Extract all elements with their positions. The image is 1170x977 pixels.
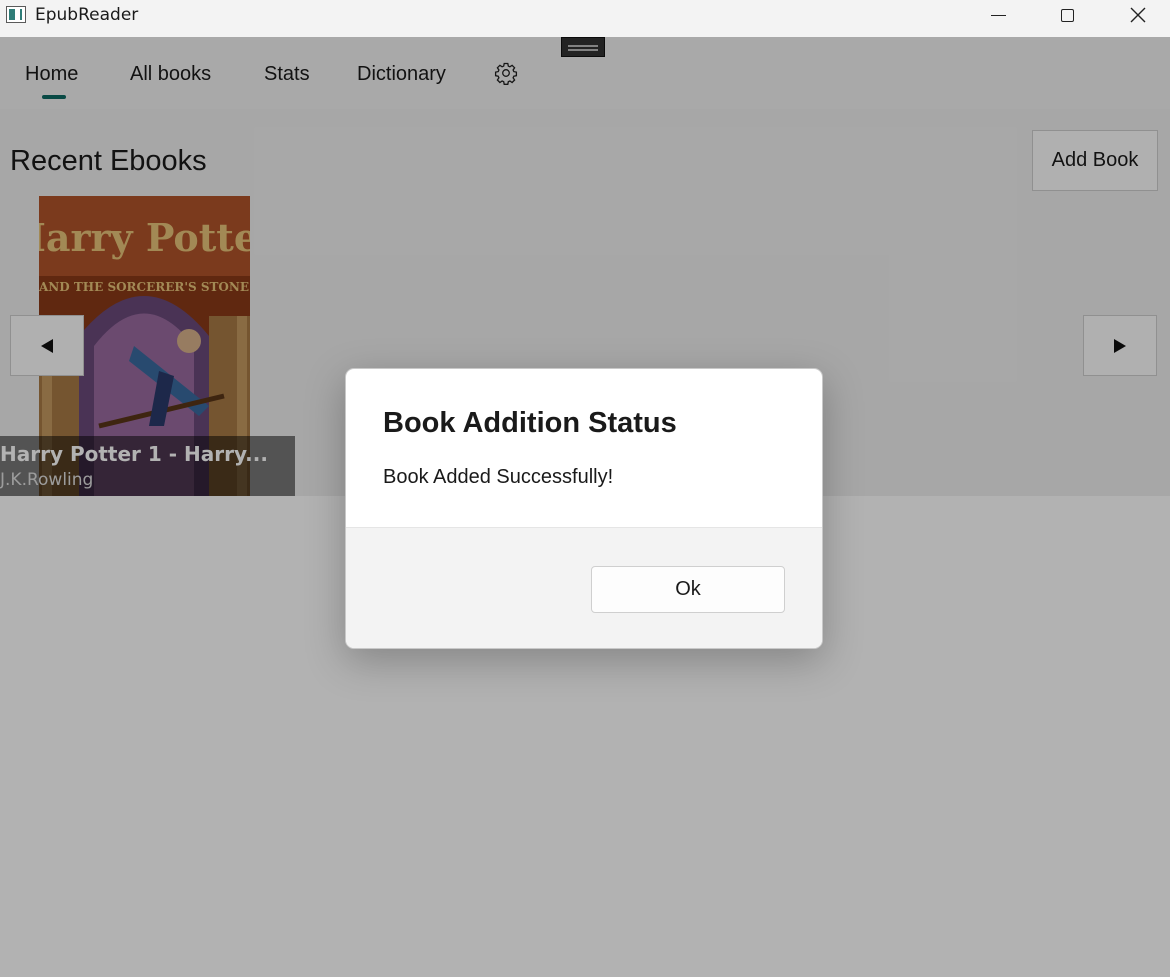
title-bar: EpubReader <box>0 0 1170 37</box>
minimize-icon <box>990 14 1006 16</box>
close-icon <box>1130 7 1146 23</box>
dialog-message: Book Added Successfully! <box>383 466 614 488</box>
dialog-footer: Ok <box>346 527 822 648</box>
minimize-button[interactable] <box>963 0 1033 30</box>
book-addition-dialog: Book Addition Status Book Added Successf… <box>345 368 823 649</box>
window-title: EpubReader <box>35 5 139 25</box>
close-button[interactable] <box>1103 0 1170 30</box>
maximize-icon <box>1060 8 1074 22</box>
dialog-title: Book Addition Status <box>383 407 677 439</box>
maximize-button[interactable] <box>1032 0 1102 30</box>
ok-button[interactable]: Ok <box>591 566 785 613</box>
app-icon <box>6 6 26 23</box>
